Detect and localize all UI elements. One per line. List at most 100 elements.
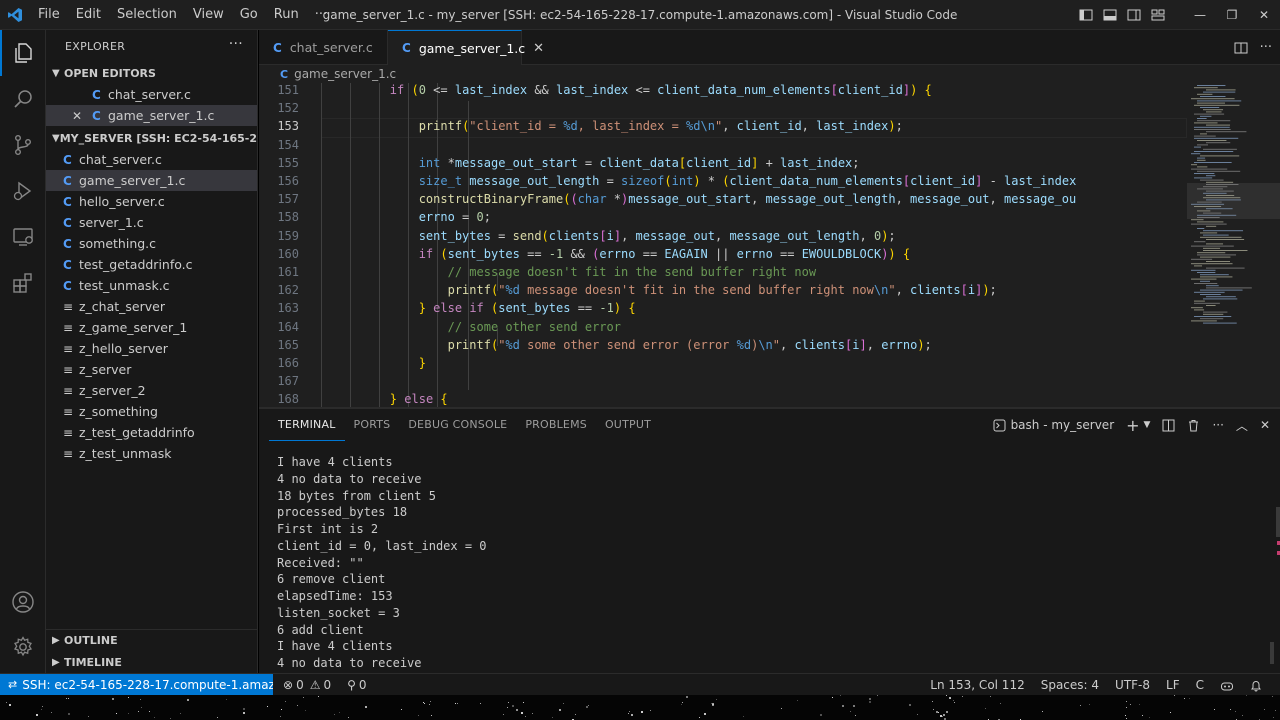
terminal-scrollbar[interactable]: [1276, 507, 1280, 537]
file-tree-item[interactable]: Cchat_server.c: [46, 149, 257, 170]
file-tree-item[interactable]: ≡ z_chat_server: [46, 296, 257, 317]
code-line[interactable]: if (sent_bytes == -1 && (errno == EAGAIN…: [332, 245, 910, 263]
file-tree-item[interactable]: ≡ z_server_2: [46, 380, 257, 401]
breadcrumb[interactable]: C game_server_1.c: [259, 65, 1280, 83]
code-line[interactable]: }: [332, 354, 426, 372]
file-tree-item[interactable]: ≡ z_test_unmask: [46, 443, 257, 464]
file-tree-item[interactable]: Csomething.c: [46, 233, 257, 254]
code-editor[interactable]: 151 152 153 154 155 156 157 158 159 160 161 162 163 1…: [259, 83, 1280, 408]
breadcrumb-file[interactable]: game_server_1.c: [294, 67, 396, 81]
menu-go[interactable]: Go: [232, 0, 266, 30]
search-icon[interactable]: [0, 76, 46, 122]
notifications-bell-icon[interactable]: [1242, 679, 1270, 692]
file-tree-item[interactable]: Cserver_1.c: [46, 212, 257, 233]
outline-section[interactable]: ▶ OUTLINE: [46, 629, 257, 651]
extensions-icon[interactable]: [0, 260, 46, 306]
file-tree-item[interactable]: Ctest_unmask.c: [46, 275, 257, 296]
copilot-icon[interactable]: [1212, 679, 1242, 692]
kill-terminal-trash-icon[interactable]: [1187, 419, 1200, 432]
encoding[interactable]: UTF-8: [1107, 678, 1158, 692]
menu-more[interactable]: ···: [307, 0, 335, 30]
minimize-button[interactable]: —: [1184, 0, 1216, 30]
folder-section[interactable]: ▼ MY_SERVER [SSH: EC2-54-165-228-1...: [46, 127, 257, 149]
menu-edit[interactable]: Edit: [68, 0, 109, 30]
menu-selection[interactable]: Selection: [109, 0, 185, 30]
code-line[interactable]: printf("%d message doesn't fit in the se…: [332, 281, 997, 299]
tab-game-server-1[interactable]: C game_server_1.c ✕: [388, 30, 544, 65]
menu-run[interactable]: Run: [266, 0, 307, 30]
code-line[interactable]: sent_bytes = send(clients[i], message_ou…: [332, 227, 896, 245]
code-line[interactable]: printf("client_id = %d, last_index = %d\…: [332, 117, 903, 135]
file-tree-item[interactable]: Cgame_server_1.c: [46, 170, 257, 191]
tab-chat-server[interactable]: C chat_server.c: [259, 30, 388, 65]
file-tree-item[interactable]: ≡ z_game_server_1: [46, 317, 257, 338]
remote-indicator[interactable]: ⇄ SSH: ec2-54-165-228-17.compute-1.amazo…: [0, 673, 273, 696]
explorer-icon[interactable]: [0, 30, 46, 76]
customize-layout-icon[interactable]: [1146, 0, 1170, 30]
tab-problems[interactable]: PROBLEMS: [516, 409, 596, 441]
toggle-secondary-sidebar-icon[interactable]: [1122, 0, 1146, 30]
manage-gear-icon[interactable]: [0, 624, 46, 670]
ports-indicator[interactable]: ⚲ 0: [339, 678, 374, 692]
code-line[interactable]: printf("%d some other send error (error …: [332, 336, 932, 354]
minimap[interactable]: [1187, 83, 1280, 408]
menu-file[interactable]: File: [30, 0, 68, 30]
explorer-sidebar: EXPLORER ··· ▼ OPEN EDITORS C chat_serve…: [46, 30, 258, 673]
terminal-scroll-thumb[interactable]: [1270, 642, 1274, 664]
end-of-line[interactable]: LF: [1158, 678, 1188, 692]
problems-indicator[interactable]: ⊗ 0 ⚠ 0: [275, 678, 339, 692]
file-tree-item[interactable]: ≡ z_test_getaddrinfo: [46, 422, 257, 443]
close-window-button[interactable]: ✕: [1248, 0, 1280, 30]
source-control-icon[interactable]: [0, 122, 46, 168]
file-tree-item[interactable]: Ctest_getaddrinfo.c: [46, 254, 257, 275]
tab-output[interactable]: OUTPUT: [596, 409, 660, 441]
menu-view[interactable]: View: [185, 0, 232, 30]
tab-ports[interactable]: PORTS: [345, 409, 400, 441]
new-terminal-plus-icon[interactable]: +: [1126, 416, 1139, 435]
terminal-dropdown-chevron-icon[interactable]: ▼: [1144, 420, 1151, 430]
maximize-panel-chevron-up-icon[interactable]: ︿: [1236, 417, 1248, 434]
terminal-selector[interactable]: bash - my_server: [993, 418, 1114, 432]
panel-more-actions-icon[interactable]: ···: [1212, 418, 1223, 432]
file-tree-item[interactable]: ≡ z_hello_server: [46, 338, 257, 359]
editor-more-actions-icon[interactable]: ···: [1260, 40, 1272, 55]
split-editor-icon[interactable]: [1234, 41, 1248, 55]
close-panel-icon[interactable]: ✕: [1260, 418, 1270, 432]
toggle-sidebar-icon[interactable]: [1074, 0, 1098, 30]
code-area[interactable]: if (0 <= last_index && last_index <= cli…: [299, 83, 1187, 408]
file-name: z_game_server_1: [79, 320, 188, 335]
indentation[interactable]: Spaces: 4: [1033, 678, 1107, 692]
language-mode[interactable]: C: [1188, 678, 1212, 692]
close-editor-icon[interactable]: ✕: [72, 109, 88, 123]
run-debug-icon[interactable]: [0, 168, 46, 214]
remote-explorer-icon[interactable]: [0, 214, 46, 260]
tab-debug-console[interactable]: DEBUG CONSOLE: [399, 409, 516, 441]
code-line[interactable]: } else {: [332, 390, 448, 408]
code-line[interactable]: } else if (sent_bytes == -1) {: [332, 299, 636, 317]
explorer-header: EXPLORER ···: [46, 30, 257, 62]
code-line[interactable]: constructBinaryFrame((char *)message_out…: [332, 190, 1077, 208]
split-terminal-icon[interactable]: [1162, 419, 1175, 432]
toggle-panel-icon[interactable]: [1098, 0, 1122, 30]
open-editor-item-active[interactable]: ✕ C game_server_1.c: [46, 105, 257, 126]
file-tree-item[interactable]: Chello_server.c: [46, 191, 257, 212]
file-tree-item[interactable]: ≡ z_server: [46, 359, 257, 380]
terminal-output[interactable]: I have 4 clients 4 no data to receive 18 b…: [277, 454, 487, 672]
code-line[interactable]: errno = 0;: [332, 208, 491, 226]
tab-terminal[interactable]: TERMINAL: [269, 409, 345, 441]
cursor-position[interactable]: Ln 153, Col 112: [922, 678, 1032, 692]
open-editor-item[interactable]: C chat_server.c: [46, 84, 257, 105]
code-line[interactable]: size_t message_out_length = sizeof(int) …: [332, 172, 1077, 190]
restore-button[interactable]: ❐: [1216, 0, 1248, 30]
code-line[interactable]: // some other send error: [332, 318, 621, 336]
code-line[interactable]: if (0 <= last_index && last_index <= cli…: [332, 83, 932, 99]
file-tree-item[interactable]: ≡ z_something: [46, 401, 257, 422]
close-tab-icon[interactable]: ✕: [533, 41, 544, 56]
chevron-down-icon: ▼: [52, 67, 60, 79]
accounts-icon[interactable]: [0, 579, 46, 625]
code-line[interactable]: // message doesn't fit in the send buffe…: [332, 263, 816, 281]
code-line[interactable]: int *message_out_start = client_data[cli…: [332, 154, 860, 172]
open-editors-section[interactable]: ▼ OPEN EDITORS: [46, 62, 257, 84]
timeline-section[interactable]: ▶ TIMELINE: [46, 651, 257, 673]
explorer-more-actions[interactable]: ···: [229, 36, 243, 52]
